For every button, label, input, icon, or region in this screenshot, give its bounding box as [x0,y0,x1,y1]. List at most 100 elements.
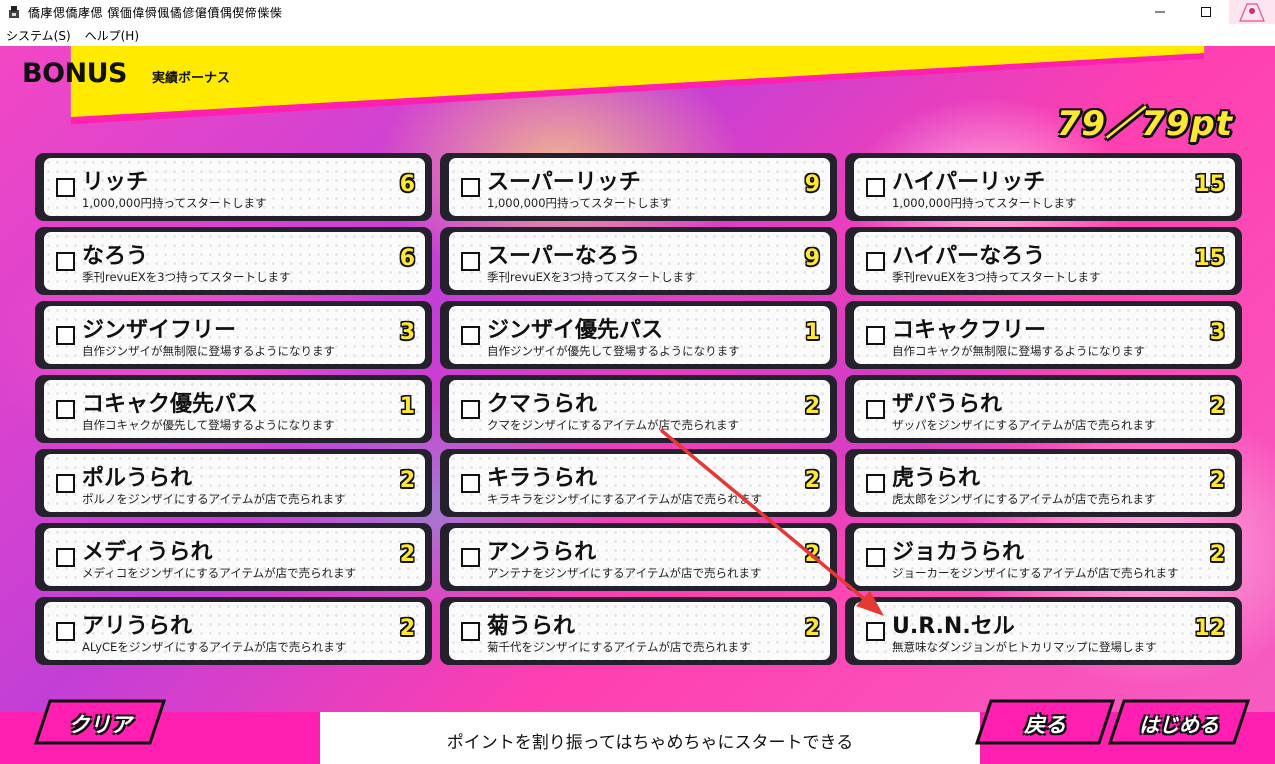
bonus-description: ジョーカーをジンザイにするアイテムが店で売られます [892,566,1179,580]
bonus-name: 虎うられ [892,466,981,491]
bonus-card[interactable]: U.R.N.セル 無意味なダンジョンがヒトカリマップに登場します 12 [845,597,1242,665]
app-icon [6,4,22,20]
bonus-checkbox[interactable] [866,400,885,419]
bonus-checkbox[interactable] [866,252,885,271]
bonus-card[interactable]: スーパーリッチ 1,000,000円持ってスタートします 9 [440,153,837,221]
bonus-cost: 2 [804,616,820,641]
bonus-cost: 2 [1209,468,1225,493]
bonus-card[interactable]: 虎うられ 虎太郎をジンザイにするアイテムが店で売られます 2 [845,449,1242,517]
close-icon[interactable] [1229,0,1275,24]
bonus-checkbox[interactable] [461,474,480,493]
window-title: 僑庨偲僑庨偲 僎偭偉僢偑僪偐僒僨偶偰偙偨偨 [28,5,283,20]
hint-text: ポイントを割り振ってはちゃめちゃにスタートできる [446,733,854,753]
bonus-checkbox[interactable] [461,622,480,641]
bonus-card[interactable]: クマうられ クマをジンザイにするアイテムが店で売られます 2 [440,375,837,443]
bonus-card[interactable]: スーパーなろう 季刊revuEXを3つ持ってスタートします 9 [440,227,837,295]
bonus-card[interactable]: メディうられ メディコをジンザイにするアイテムが店で売られます 2 [35,523,432,591]
bonus-card[interactable]: ジンザイ優先パス 自作ジンザイが優先して登場するようになります 1 [440,301,837,369]
bonus-checkbox[interactable] [56,400,75,419]
bonus-cost: 2 [804,542,820,567]
bonus-card[interactable]: ハイパーリッチ 1,000,000円持ってスタートします 15 [845,153,1242,221]
bonus-description: 無意味なダンジョンがヒトカリマップに登場します [892,640,1157,654]
bonus-description: メディコをジンザイにするアイテムが店で売られます [82,566,357,580]
game-screen: BONUS 実績ボーナス 79／79pt リッチ 1,000,000円持ってスター… [0,46,1275,764]
bonus-checkbox[interactable] [461,178,480,197]
bonus-name: ハイパーリッチ [892,170,1046,195]
bonus-description: アンテナをジンザイにするアイテムが店で売られます [487,566,762,580]
bonus-description: 1,000,000円持ってスタートします [892,196,1077,210]
bonus-card[interactable]: なろう 季刊revuEXを3つ持ってスタートします 6 [35,227,432,295]
bonus-cost: 2 [804,468,820,493]
bonus-checkbox[interactable] [461,252,480,271]
bonus-card[interactable]: アリうられ ALyCEをジンザイにするアイテムが店で売られます 2 [35,597,432,665]
bonus-card[interactable]: ザパうられ ザッパをジンザイにするアイテムが店で売られます 2 [845,375,1242,443]
bonus-checkbox[interactable] [56,622,75,641]
bonus-card[interactable]: キラうられ キラキラをジンザイにするアイテムが店で売られます 2 [440,449,837,517]
clear-button-label: クリア [68,713,132,737]
bonus-checkbox[interactable] [56,178,75,197]
bonus-cost: 6 [399,246,415,271]
bonus-cost: 9 [804,172,820,197]
bonus-checkbox[interactable] [56,474,75,493]
bonus-checkbox[interactable] [461,548,480,567]
bonus-card[interactable]: ハイパーなろう 季刊revuEXを3つ持ってスタートします 15 [845,227,1242,295]
bonus-cost: 2 [399,616,415,641]
bonus-checkbox[interactable] [56,252,75,271]
menu-help[interactable]: ヘルプ(H) [85,27,139,44]
bonus-card[interactable]: コキャク優先パス 自作コキャクが優先して登場するようになります 1 [35,375,432,443]
bonus-checkbox[interactable] [866,178,885,197]
bonus-description: ポルノをジンザイにするアイテムが店で売られます [82,492,346,506]
bonus-name: ポルうられ [82,466,193,491]
bonus-name: クマうられ [487,392,598,417]
bonus-cost: 2 [1209,542,1225,567]
bonus-name: アンうられ [487,540,597,565]
bonus-cost: 2 [399,542,415,567]
bonus-grid: リッチ 1,000,000円持ってスタートします 6 スーパーリッチ 1,000,00… [35,153,1242,671]
bonus-card[interactable]: 菊うられ 菊千代をジンザイにするアイテムが店で売られます 2 [440,597,837,665]
start-button[interactable]: はじめる [1108,699,1250,745]
maximize-icon[interactable] [1183,0,1229,24]
bonus-description: 自作ジンザイが無制限に登場するようになります [82,344,335,358]
bonus-checkbox[interactable] [461,400,480,419]
menu-bar: システム(S) ヘルプ(H) [0,24,1275,46]
bonus-card[interactable]: コキャクフリー 自作コキャクが無制限に登場するようになります 3 [845,301,1242,369]
bonus-description: キラキラをジンザイにするアイテムが店で売られます [487,492,762,506]
bonus-cost: 15 [1194,246,1225,271]
bonus-cost: 1 [804,320,820,345]
bonus-cost: 3 [1209,320,1225,345]
bonus-card[interactable]: アンうられ アンテナをジンザイにするアイテムが店で売られます 2 [440,523,837,591]
bonus-card[interactable]: ポルうられ ポルノをジンザイにするアイテムが店で売られます 2 [35,449,432,517]
bonus-card[interactable]: リッチ 1,000,000円持ってスタートします 6 [35,153,432,221]
bonus-card[interactable]: ジンザイフリー 自作ジンザイが無制限に登場するようになります 3 [35,301,432,369]
bonus-name: コキャク優先パス [82,392,259,417]
menu-system[interactable]: システム(S) [6,27,71,44]
bonus-checkbox[interactable] [866,548,885,567]
back-button-label: 戻る [1024,713,1066,737]
bonus-name: スーパーリッチ [487,170,641,195]
bonus-cost: 1 [399,394,415,419]
bonus-card[interactable]: ジョカうられ ジョーカーをジンザイにするアイテムが店で売られます 2 [845,523,1242,591]
bonus-description: 1,000,000円持ってスタートします [487,196,672,210]
bonus-checkbox[interactable] [56,548,75,567]
bonus-description: 菊千代をジンザイにするアイテムが店で売られます [487,640,751,654]
bonus-name: U.R.N.セル [892,614,1015,639]
bonus-description: 自作ジンザイが優先して登場するようになります [487,344,740,358]
bonus-name: アリうられ [82,614,193,639]
bonus-cost: 2 [1209,394,1225,419]
bonus-checkbox[interactable] [866,326,885,345]
bonus-cost: 9 [804,246,820,271]
back-button[interactable]: 戻る [975,699,1115,745]
bonus-description: ザッパをジンザイにするアイテムが店で売られます [892,418,1156,432]
bonus-name: ジンザイ優先パス [487,318,664,343]
minimize-icon[interactable] [1137,0,1183,24]
clear-button[interactable]: クリア [34,699,166,745]
page-title: BONUS [22,58,128,89]
bonus-name: コキャクフリー [892,318,1047,343]
bonus-checkbox[interactable] [866,474,885,493]
bonus-cost: 15 [1194,172,1225,197]
bonus-checkbox[interactable] [461,326,480,345]
bonus-description: 季刊revuEXを3つ持ってスタートします [487,270,696,284]
bonus-name: ザパうられ [892,392,1003,417]
bonus-checkbox[interactable] [866,622,885,641]
bonus-checkbox[interactable] [56,326,75,345]
